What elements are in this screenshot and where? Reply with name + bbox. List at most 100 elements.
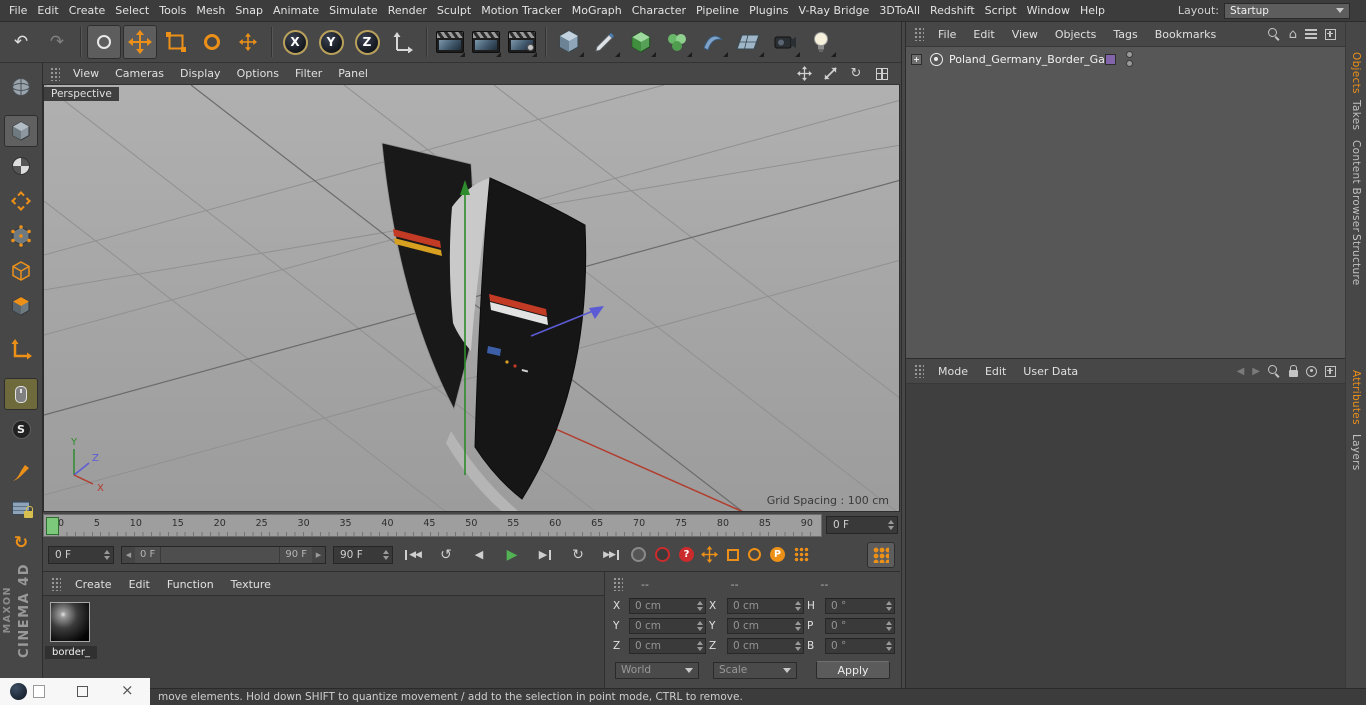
stepper-arrows-icon[interactable] <box>693 641 703 651</box>
tab-objects[interactable]: Objects <box>1350 52 1362 94</box>
add-cube-button[interactable] <box>552 25 586 59</box>
texture-mode-button[interactable] <box>4 150 38 182</box>
home-icon[interactable]: ⌂ <box>1289 28 1297 41</box>
render-picture-viewer-button[interactable] <box>469 25 503 59</box>
material-menu-edit[interactable]: Edit <box>121 578 158 591</box>
light-button[interactable] <box>804 25 838 59</box>
tab-content-browser[interactable]: Content Browser <box>1350 140 1362 232</box>
menubar-item-render[interactable]: Render <box>383 0 432 22</box>
enable-axis-button[interactable] <box>4 334 38 366</box>
key-pla-button[interactable] <box>794 547 809 562</box>
last-tool-button[interactable] <box>231 25 265 59</box>
ruler-frame-spinner[interactable]: 0 F <box>826 516 898 534</box>
document-icon[interactable] <box>33 685 45 698</box>
brush-tool-button[interactable] <box>4 457 38 489</box>
menubar-item-3dtoall[interactable]: 3DToAll <box>874 0 925 22</box>
play-backwards-button[interactable]: ↺ <box>433 544 459 566</box>
zoom-view-button[interactable] <box>820 66 840 82</box>
make-editable-button[interactable] <box>4 71 38 103</box>
stepper-arrows-icon[interactable] <box>882 601 892 611</box>
menubar-item-file[interactable]: File <box>4 0 32 22</box>
pos-y-field[interactable]: 0 cm <box>629 618 706 634</box>
material-menu-function[interactable]: Function <box>159 578 222 591</box>
panel-grip[interactable] <box>613 577 623 591</box>
move-tool-button[interactable] <box>123 25 157 59</box>
snap-lock-button[interactable] <box>4 492 38 524</box>
pan-view-button[interactable] <box>794 66 814 82</box>
history-back-icon[interactable]: ◀ <box>1237 366 1245 377</box>
coord-column-position[interactable]: -- <box>629 578 718 591</box>
polygons-mode-button[interactable] <box>4 290 38 322</box>
panel-grip[interactable] <box>51 577 61 591</box>
menubar-item-plugins[interactable]: Plugins <box>744 0 793 22</box>
camera-label[interactable]: Perspective <box>44 87 119 101</box>
panel-menu-icon[interactable] <box>1325 365 1336 377</box>
material-menu-texture[interactable]: Texture <box>223 578 279 591</box>
om-menu-view[interactable]: View <box>1004 28 1046 41</box>
floor-plane-button[interactable] <box>732 25 766 59</box>
search-icon[interactable] <box>1268 364 1281 378</box>
menubar-item-tools[interactable]: Tools <box>154 0 191 22</box>
om-menu-file[interactable]: File <box>930 28 964 41</box>
rot-b-field[interactable]: 0 ° <box>825 638 895 654</box>
key-scale-button[interactable] <box>727 548 739 561</box>
range-right-arrow-icon[interactable]: ▶ <box>312 546 325 563</box>
menubar-item-motion-tracker[interactable]: Motion Tracker <box>476 0 566 22</box>
close-icon[interactable]: × <box>121 681 134 701</box>
app-icon[interactable] <box>10 683 27 700</box>
rot-h-field[interactable]: 0 ° <box>825 598 895 614</box>
panel-menu-icon[interactable] <box>1325 28 1336 40</box>
x-axis-handle[interactable] <box>523 414 766 512</box>
lock-z-axis-button[interactable]: Z <box>350 25 384 59</box>
render-view-button[interactable] <box>433 25 467 59</box>
key-rotation-button[interactable] <box>748 548 761 561</box>
om-menu-bookmarks[interactable]: Bookmarks <box>1147 28 1224 41</box>
am-menu-edit[interactable]: Edit <box>977 365 1014 378</box>
tab-structure[interactable]: Structure <box>1350 234 1362 286</box>
material-list[interactable]: border_ <box>43 595 604 688</box>
material-item[interactable]: border_ <box>43 596 99 666</box>
key-position-button[interactable] <box>701 546 718 563</box>
keyframe-selection-button[interactable] <box>867 541 895 568</box>
goto-end-button[interactable]: ▶▶ <box>598 544 624 566</box>
stepper-arrows-icon[interactable] <box>791 601 801 611</box>
stepper-arrows-icon[interactable] <box>882 621 892 631</box>
menubar-item-simulate[interactable]: Simulate <box>324 0 383 22</box>
object-row[interactable]: Poland_Germany_Border_Gate <box>906 50 1345 70</box>
range-track[interactable] <box>160 546 281 563</box>
menubar-item-help[interactable]: Help <box>1075 0 1110 22</box>
current-frame-spinner[interactable]: 0 F <box>48 545 114 564</box>
menubar-item-vray-bridge[interactable]: V-Ray Bridge <box>793 0 874 22</box>
viewport-menu-cameras[interactable]: Cameras <box>107 67 172 80</box>
record-keyframe-button[interactable] <box>655 547 670 562</box>
goto-start-button[interactable]: ◀◀ <box>400 544 426 566</box>
object-tree[interactable]: Poland_Germany_Border_Gate <box>906 46 1345 358</box>
size-y-field[interactable]: 0 cm <box>727 618 804 634</box>
play-button[interactable]: ▶ <box>499 544 525 566</box>
target-icon[interactable] <box>1306 365 1317 377</box>
viewport-menu-panel[interactable]: Panel <box>330 67 376 80</box>
pen-spline-button[interactable] <box>588 25 622 59</box>
tab-layers[interactable]: Layers <box>1350 434 1362 471</box>
object-name[interactable]: Poland_Germany_Border_Gate <box>949 53 1116 66</box>
end-frame-spinner[interactable]: 90 F <box>333 545 393 564</box>
panel-grip[interactable] <box>914 364 924 378</box>
om-menu-objects[interactable]: Objects <box>1047 28 1105 41</box>
menubar-item-mesh[interactable]: Mesh <box>191 0 230 22</box>
stepper-arrows-icon[interactable] <box>791 641 801 651</box>
stepper-arrows-icon[interactable] <box>791 621 801 631</box>
apply-button[interactable]: Apply <box>816 661 890 679</box>
editor-visibility-dot[interactable] <box>1126 51 1133 58</box>
am-menu-userdata[interactable]: User Data <box>1015 365 1086 378</box>
scale-tool-button[interactable] <box>159 25 193 59</box>
rot-p-field[interactable]: 0 ° <box>825 618 895 634</box>
menubar-item-animate[interactable]: Animate <box>268 0 324 22</box>
coord-column-rotation[interactable]: -- <box>808 578 897 591</box>
stepper-arrows-icon[interactable] <box>693 621 703 631</box>
viewport-menu-display[interactable]: Display <box>172 67 229 80</box>
coordinate-space-select[interactable]: World <box>615 661 699 679</box>
coordinate-system-button[interactable] <box>386 25 420 59</box>
model-mode-button[interactable] <box>4 115 38 147</box>
key-parameter-button[interactable]: P <box>770 547 785 562</box>
layer-color-chip[interactable] <box>1105 54 1116 65</box>
